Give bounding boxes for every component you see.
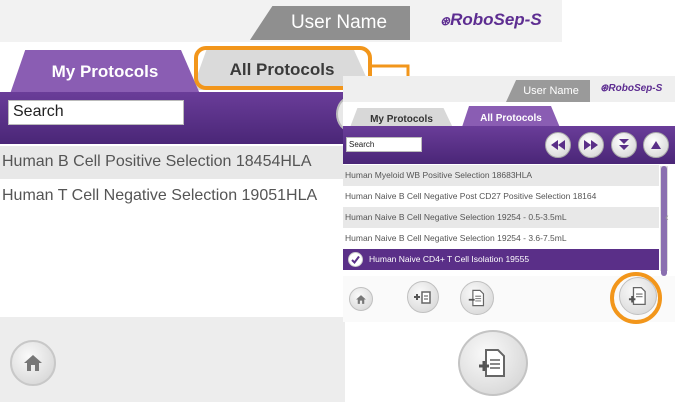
large-tab-my-protocols[interactable]: My Protocols [10, 50, 200, 94]
small-protocol-row[interactable]: Human Myeloid WB Positive Selection 1868… [343, 165, 659, 186]
highlight-import-button [610, 272, 662, 324]
tutorial-composite: User Name ⊛RoboSep-S All Protocols My Pr… [0, 0, 675, 402]
add-protocol-icon [414, 291, 431, 304]
small-user-name[interactable]: User Name [506, 80, 590, 102]
small-protocol-row[interactable]: Human Naive B Cell Negative Post CD27 Po… [343, 186, 659, 207]
export-protocol-icon [479, 349, 505, 377]
large-logo-suffix: -S [524, 10, 542, 29]
small-home-button[interactable] [349, 287, 373, 311]
scroll-down-button[interactable] [611, 132, 637, 158]
small-export-protocol-button[interactable] [460, 281, 494, 315]
large-search-input[interactable]: Search [8, 100, 184, 125]
small-logo-text: RoboSep [608, 83, 653, 94]
rewind-icon [551, 140, 565, 150]
chevron-left-icon: ‹ [665, 212, 669, 224]
up-icon [651, 141, 661, 149]
small-logo-suffix: -S [652, 83, 663, 94]
fast-forward-button[interactable] [578, 132, 604, 158]
add-protocol-button[interactable] [407, 281, 439, 313]
rewind-button[interactable] [545, 132, 571, 158]
scroll-up-button[interactable] [643, 132, 669, 158]
home-icon [356, 294, 366, 304]
large-robosep-logo: ⊛RoboSep-S [440, 10, 542, 29]
small-protocol-row[interactable]: Human Naive B Cell Negative Selection 19… [343, 207, 659, 228]
small-protocol-row[interactable]: Human Naive B Cell Negative Selection 19… [343, 228, 659, 249]
export-protocol-icon [468, 289, 485, 307]
small-protocol-row-selected[interactable]: Human Naive CD4+ T Cell Isolation 19555 [343, 249, 659, 270]
large-export-protocol-button[interactable] [458, 330, 528, 396]
large-protocol-row[interactable]: Human T Cell Negative Selection 19051HLA [0, 180, 345, 213]
large-user-name[interactable]: User Name [250, 6, 410, 40]
small-search-input[interactable]: Search [346, 137, 422, 152]
large-home-button[interactable] [10, 340, 56, 386]
selected-check-icon [348, 252, 363, 267]
large-logo-text: RoboSep [450, 10, 525, 29]
small-robosep-logo: ⊛RoboSep-S [600, 83, 663, 94]
fast-forward-icon [584, 140, 598, 150]
large-protocol-row[interactable]: Human B Cell Positive Selection 18454HLA [0, 146, 345, 179]
down-icon [619, 139, 629, 150]
home-icon [24, 355, 42, 371]
